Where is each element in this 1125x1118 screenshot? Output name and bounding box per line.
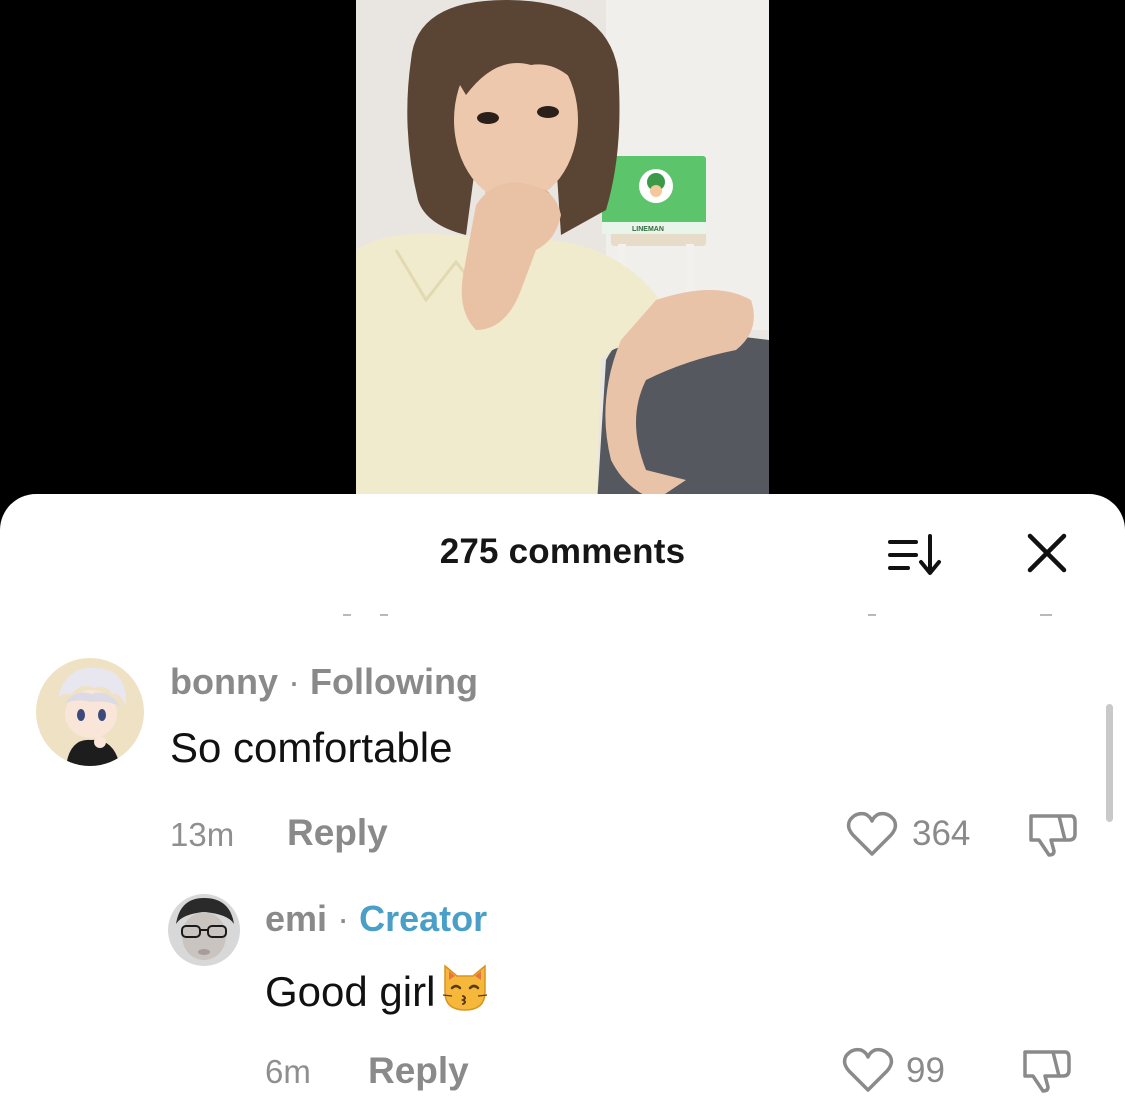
sort-icon — [888, 534, 941, 575]
heart-icon — [842, 1047, 894, 1092]
comment-time: 13m — [170, 816, 235, 853]
scrolled-row-remnant — [380, 614, 388, 616]
dislike-button[interactable] — [1027, 810, 1079, 863]
lineman-bag: LINEMAN — [602, 156, 706, 234]
comment-avatar[interactable] — [168, 894, 240, 966]
comment-username-row: bonny · Following — [170, 661, 478, 703]
reply-button[interactable]: Reply — [287, 812, 388, 854]
close-icon — [1027, 533, 1067, 573]
thumbs-down-icon — [1029, 814, 1077, 857]
video-frame-image: LINEMAN — [356, 0, 769, 520]
sort-button[interactable] — [886, 530, 944, 580]
username-separator: · — [288, 661, 300, 702]
following-tag: Following — [310, 661, 478, 702]
comment-text: So comfortable — [170, 724, 453, 771]
comment-text-row: Good girl — [265, 962, 491, 1022]
comment-time: 6m — [265, 1053, 311, 1090]
dislike-button[interactable] — [1021, 1046, 1073, 1099]
username-separator: · — [337, 898, 350, 939]
reply-button[interactable]: Reply — [368, 1050, 469, 1092]
comment-username[interactable]: bonny — [170, 661, 278, 702]
scrollbar[interactable] — [1106, 704, 1113, 822]
close-button[interactable] — [1022, 528, 1072, 578]
bag-brand-label: LINEMAN — [632, 226, 664, 233]
scrolled-row-remnant — [868, 614, 876, 616]
photo-avatar-icon — [168, 894, 240, 966]
scrolled-row-remnant — [1040, 614, 1052, 616]
comment-username-row: emi · Creator — [265, 898, 487, 940]
comment-text: Good girl — [265, 968, 436, 1015]
comment-username[interactable]: emi — [265, 898, 327, 939]
like-count: 364 — [912, 814, 971, 853]
comment-avatar[interactable] — [36, 658, 144, 766]
screen: LINEMAN 275 comments bonny · Following S… — [0, 0, 1125, 1118]
heart-icon — [846, 811, 898, 856]
thumbs-down-icon — [1023, 1050, 1071, 1093]
kissing-cat-emoji-icon — [439, 962, 491, 1022]
creator-tag: Creator — [359, 898, 488, 939]
anime-avatar-icon — [36, 658, 144, 766]
like-button[interactable] — [842, 1046, 894, 1099]
scrolled-row-remnant — [343, 614, 351, 616]
like-count: 99 — [906, 1051, 945, 1090]
comments-count-title: 275 comments — [439, 532, 686, 571]
video-player[interactable]: LINEMAN — [356, 0, 769, 520]
like-button[interactable] — [846, 810, 898, 863]
comments-sheet: 275 comments bonny · Following So comfor… — [0, 494, 1125, 1118]
